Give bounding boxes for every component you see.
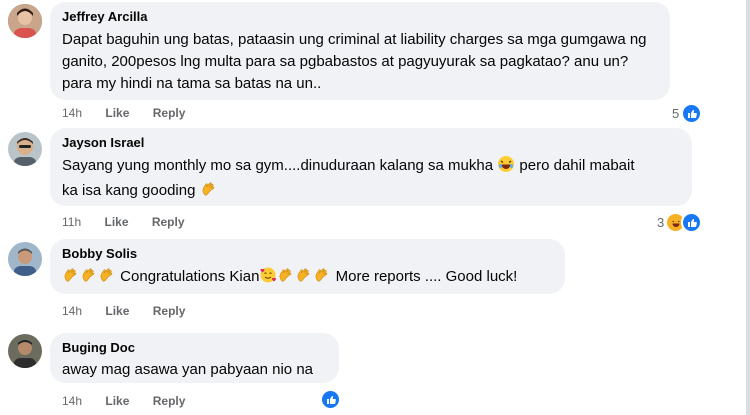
comment-text-line: ganito, 200pesos lng multa para sa pgbab… — [62, 53, 629, 70]
like-button[interactable]: Like — [104, 215, 128, 229]
comment-bubble: Jeffrey Arcilla Dapat baguhin ung batas,… — [50, 2, 670, 100]
clapping-hands-icon — [277, 266, 295, 291]
comment-author[interactable]: Buging Doc — [62, 340, 327, 356]
comment-actions: 14h Like Reply — [62, 303, 205, 319]
like-icon — [681, 212, 703, 233]
avatar[interactable] — [8, 132, 42, 166]
comment-timestamp[interactable]: 14h — [62, 106, 82, 120]
comment-bubble: Bobby Solis Congratulations Kian More re… — [50, 239, 565, 294]
comment-bubble: Buging Doc away mag asawa yan pabyaan ni… — [50, 333, 339, 383]
reaction-summary[interactable] — [318, 389, 341, 410]
clapping-hands-icon — [313, 266, 331, 291]
comment-text-line: Congratulations Kian More reports .... G… — [62, 266, 553, 291]
avatar[interactable] — [8, 334, 42, 368]
smiling-face-hearts-icon — [259, 266, 277, 291]
comment-text: Dapat baguhin ung batas, pataasin ung cr… — [62, 29, 658, 95]
like-button[interactable]: Like — [105, 304, 129, 318]
clapping-hands-icon — [98, 266, 116, 291]
reaction-summary[interactable]: 5 — [672, 103, 703, 124]
clapping-hands-icon — [80, 266, 98, 291]
reaction-summary[interactable]: 3 — [657, 212, 703, 233]
comment-bubble: Jayson Israel Sayang yung monthly mo sa … — [50, 128, 692, 206]
comment-text: away mag asawa yan pabyaan nio na — [62, 359, 327, 381]
comment-text-line: Dapat baguhin ung batas, pataasin ung cr… — [62, 31, 647, 48]
reply-button[interactable]: Reply — [153, 394, 186, 408]
right-border — [746, 0, 750, 415]
laughing-emoji-icon — [497, 155, 515, 180]
like-icon — [320, 389, 341, 410]
reply-button[interactable]: Reply — [153, 106, 186, 120]
avatar[interactable] — [8, 242, 42, 276]
reply-button[interactable]: Reply — [153, 304, 186, 318]
comment-text-part: pero dahil mabait — [515, 157, 635, 174]
comment-text-part: ka isa kang gooding — [62, 182, 196, 199]
comment-timestamp[interactable]: 14h — [62, 394, 82, 408]
comment-text-line: away mag asawa yan pabyaan nio na — [62, 361, 314, 378]
reaction-count: 3 — [657, 215, 665, 230]
clapping-hands-icon — [62, 266, 80, 291]
comment-timestamp[interactable]: 11h — [62, 215, 81, 229]
avatar[interactable] — [8, 4, 42, 38]
comment-text: Sayang yung monthly mo sa gym....dinudur… — [62, 155, 680, 205]
comment-text-part: Sayang yung monthly mo sa gym....dinudur… — [62, 157, 494, 174]
comment-actions: 11h Like Reply — [62, 214, 205, 230]
comment-author[interactable]: Jayson Israel — [62, 135, 680, 151]
like-button[interactable]: Like — [105, 394, 129, 408]
comment-text-part: More reports .... Good luck! — [335, 268, 518, 285]
like-icon — [681, 103, 703, 124]
like-button[interactable]: Like — [105, 106, 129, 120]
reply-button[interactable]: Reply — [152, 215, 185, 229]
comment-author[interactable]: Bobby Solis — [62, 246, 553, 262]
comment-text-line: para my hindi na tama sa batas na un.. — [62, 75, 322, 92]
comment-author[interactable]: Jeffrey Arcilla — [62, 9, 658, 25]
comment-text-line: ka isa kang gooding — [62, 180, 680, 205]
clapping-hands-icon — [200, 180, 218, 205]
comment-text: Congratulations Kian More reports .... G… — [62, 266, 553, 291]
reaction-count: 5 — [672, 106, 680, 121]
comment-text-line: Sayang yung monthly mo sa gym....dinudur… — [62, 155, 680, 180]
comment-actions: 14h Like Reply — [62, 105, 205, 121]
comment-actions: 14h Like Reply — [62, 393, 205, 409]
clapping-hands-icon — [295, 266, 313, 291]
comment-timestamp[interactable]: 14h — [62, 304, 82, 318]
comment-text-part: Congratulations Kian — [120, 268, 260, 285]
